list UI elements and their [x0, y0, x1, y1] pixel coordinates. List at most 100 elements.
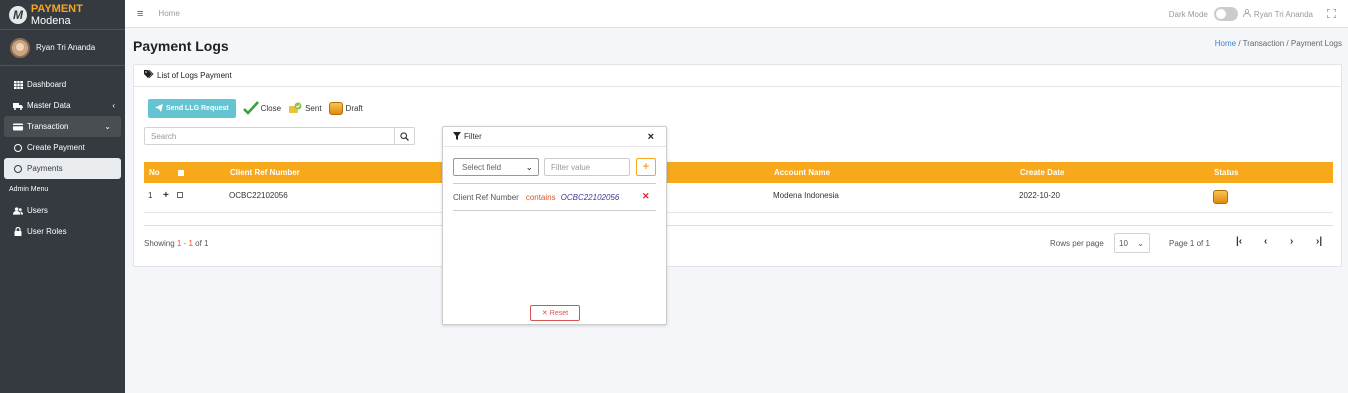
- lock-icon: [13, 227, 23, 236]
- user-icon: [1242, 9, 1251, 19]
- send-llg-request-button[interactable]: Send LLG Request: [148, 99, 236, 118]
- dark-mode-toggle[interactable]: [1213, 7, 1238, 21]
- remove-condition-icon[interactable]: ✕: [642, 191, 650, 202]
- filter-popup: Filter × Select field ⌄ Filter value + C…: [442, 126, 667, 325]
- col-no[interactable]: No: [149, 162, 160, 183]
- col-client-ref[interactable]: Client Ref Number: [230, 162, 300, 183]
- legend-sent-label: Sent: [305, 104, 322, 113]
- brand[interactable]: M PAYMENT Modena: [0, 0, 125, 30]
- topbar-home-link[interactable]: Home: [158, 9, 179, 18]
- reset-label: Reset: [549, 309, 569, 317]
- page-title: Payment Logs: [133, 38, 229, 54]
- col-status[interactable]: Status: [1214, 162, 1238, 183]
- circle-icon: [13, 164, 23, 173]
- table-icon: [13, 80, 23, 89]
- close-icon: ✕: [541, 310, 548, 317]
- row-no: 1: [148, 190, 153, 200]
- filter-header: Filter: [443, 127, 666, 147]
- search-button[interactable]: [394, 128, 414, 144]
- breadcrumb-home[interactable]: Home: [1215, 39, 1236, 48]
- topbar-user-name[interactable]: Ryan Tri Ananda: [1254, 10, 1313, 19]
- first-page-button[interactable]: |‹: [1236, 236, 1242, 247]
- expand-row-icon[interactable]: +: [163, 183, 169, 207]
- search-input[interactable]: [145, 128, 394, 144]
- sidebar-user-name: Ryan Tri Ananda: [36, 43, 96, 52]
- add-filter-button[interactable]: +: [636, 158, 656, 176]
- legend-draft: Draft: [328, 102, 363, 115]
- divider: [453, 183, 656, 184]
- breadcrumb-separator: /: [1286, 39, 1289, 48]
- topbar: ≡ Home Dark Mode Ryan Tri Ananda: [125, 0, 1348, 28]
- condition-field: Client Ref Number: [453, 193, 519, 202]
- showing-info: Showing 1 - 1 of 1: [144, 239, 209, 248]
- sidebar-item-dashboard[interactable]: Dashboard: [0, 74, 125, 95]
- row-create-date: 2022-10-20: [1019, 190, 1060, 200]
- sidebar-item-label: Users: [27, 206, 48, 215]
- row-checkbox[interactable]: [177, 183, 183, 207]
- row-client-ref: OCBC22102056: [229, 190, 288, 200]
- legend-close: Close: [242, 100, 281, 117]
- toolbar: Send LLG Request Close Sent Draft: [148, 99, 363, 118]
- sidebar-item-master-data[interactable]: Master Data ‹: [0, 95, 125, 116]
- draft-icon: [328, 102, 343, 115]
- tags-icon: [144, 69, 154, 81]
- sent-icon: [288, 101, 302, 117]
- breadcrumb: Home / Transaction / Payment Logs: [1215, 39, 1342, 48]
- legend-draft-label: Draft: [345, 104, 363, 113]
- sidebar-user[interactable]: Ryan Tri Ananda: [0, 30, 125, 66]
- search-icon: [400, 131, 409, 141]
- hamburger-icon[interactable]: ≡: [137, 8, 143, 20]
- rows-per-page-select[interactable]: 10 ⌄: [1114, 233, 1150, 253]
- sidebar-item-user-roles[interactable]: User Roles: [0, 221, 125, 242]
- rows-per-page-label: Rows per page: [1050, 239, 1104, 248]
- filter-title: Filter: [464, 132, 482, 141]
- divider: [453, 210, 656, 211]
- sidebar-nav: Dashboard Master Data ‹ Transaction ⌄ Cr…: [0, 66, 125, 242]
- reset-filter-button[interactable]: ✕ Reset: [530, 305, 580, 321]
- table-header: No Client Ref Number Account Name Create…: [144, 162, 1333, 183]
- sidebar-item-payments[interactable]: Payments: [4, 158, 121, 179]
- sidebar-item-label: Create Payment: [27, 143, 85, 152]
- filter-value-input[interactable]: Filter value: [544, 158, 630, 176]
- close-icon[interactable]: ×: [648, 131, 654, 143]
- col-create-date[interactable]: Create Date: [1020, 162, 1064, 183]
- last-page-button[interactable]: ›|: [1316, 236, 1322, 247]
- sidebar-item-create-payment[interactable]: Create Payment: [0, 137, 125, 158]
- brand-name: PAYMENT Modena: [30, 2, 83, 27]
- filter-field-placeholder: Select field: [462, 162, 502, 172]
- sidebar-item-transaction[interactable]: Transaction ⌄: [4, 116, 121, 137]
- sidebar-item-label: Payments: [27, 164, 63, 173]
- draft-status-icon: [1213, 185, 1228, 209]
- next-page-button[interactable]: ›: [1290, 236, 1293, 247]
- rows-per-page-value: 10: [1119, 238, 1128, 248]
- row-account-name: Modena Indonesia: [773, 190, 839, 200]
- card-title: List of Logs Payment: [157, 71, 232, 80]
- avatar: [10, 37, 30, 58]
- breadcrumb-current: Payment Logs: [1290, 39, 1342, 48]
- sidebar-header-admin: Admin Menu: [9, 186, 49, 193]
- send-llg-label: Send LLG Request: [166, 105, 229, 112]
- legend-sent: Sent: [288, 101, 322, 117]
- table-footer: Showing 1 - 1 of 1 Rows per page 10 ⌄ Pa…: [144, 225, 1333, 257]
- breadcrumb-transaction[interactable]: Transaction: [1243, 39, 1285, 48]
- prev-page-button[interactable]: ‹: [1264, 236, 1267, 247]
- sidebar-item-users[interactable]: Users: [0, 200, 125, 221]
- condition-value: OCBC22102056: [560, 193, 620, 202]
- select-all-checkbox[interactable]: [178, 162, 184, 183]
- users-icon: [13, 206, 23, 215]
- paper-plane-icon: [155, 103, 163, 114]
- sidebar-item-label: Dashboard: [27, 80, 67, 89]
- logs-card: List of Logs Payment Send LLG Request Cl…: [133, 64, 1342, 267]
- page-info: Page 1 of 1: [1169, 239, 1210, 248]
- chevron-down-icon: ⌄: [525, 161, 533, 172]
- col-account-name[interactable]: Account Name: [774, 162, 830, 183]
- sidebar-item-label: Master Data: [27, 101, 71, 110]
- check-icon: [242, 100, 259, 117]
- breadcrumb-separator: /: [1238, 39, 1241, 48]
- dark-mode-label: Dark Mode: [1168, 9, 1208, 19]
- card-header: List of Logs Payment: [134, 65, 1341, 87]
- chevron-down-icon: ⌄: [104, 122, 111, 131]
- fullscreen-icon[interactable]: [1326, 8, 1337, 20]
- table-row[interactable]: 1 + OCBC22102056 Modena Indonesia 2022-1…: [144, 183, 1333, 213]
- filter-field-select[interactable]: Select field ⌄: [453, 158, 539, 176]
